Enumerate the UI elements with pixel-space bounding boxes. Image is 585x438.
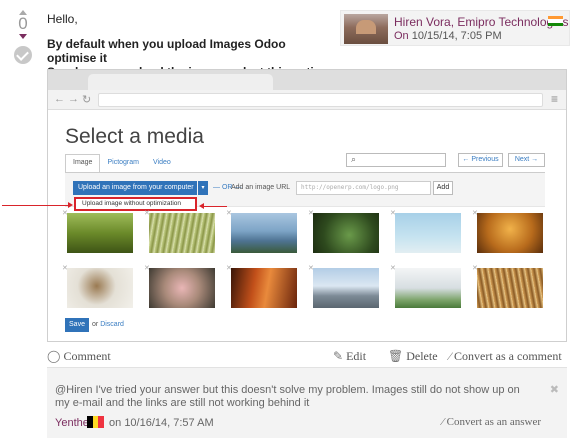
remove-icon: ✕ xyxy=(390,265,396,272)
author-avatar[interactable] xyxy=(344,14,388,44)
author-date: On 10/15/14, 7:05 PM xyxy=(394,30,502,42)
back-arrow-icon: ← xyxy=(54,93,65,105)
trash-icon: 🗑 xyxy=(388,349,404,363)
remove-icon: ✕ xyxy=(144,265,150,272)
remove-icon: ✕ xyxy=(308,265,314,272)
annotation-arrow-head-icon xyxy=(68,202,73,208)
delete-link[interactable]: 🗑 Delete xyxy=(388,349,438,364)
accept-answer-check-icon[interactable] xyxy=(14,46,32,64)
discard-link: or Discard xyxy=(92,321,124,328)
author-card: Hiren Vora, Emipro Technologies On 10/15… xyxy=(340,10,570,46)
media-thumbnail: ✕ xyxy=(308,265,379,308)
chevron-down-icon: ▾ xyxy=(198,181,208,195)
browser-toolbar: ← → ↻ ≡ xyxy=(48,90,566,110)
remove-icon: ✕ xyxy=(308,210,314,217)
remove-icon: ✕ xyxy=(226,265,232,272)
remove-icon: ✕ xyxy=(390,210,396,217)
forward-arrow-icon: → xyxy=(68,93,79,105)
media-tabs: Image Pictogram Video xyxy=(65,154,178,172)
comment-link[interactable]: ◯ Comment xyxy=(47,349,111,364)
comment: @Hiren I've tried your answer but this d… xyxy=(47,367,567,438)
media-thumbnail: ✕ xyxy=(226,210,297,253)
tab-video: Video xyxy=(152,159,171,166)
search-icon: ⌕ xyxy=(351,154,357,164)
image-url-input: http://openerp.com/logo.png xyxy=(296,181,431,195)
media-thumbnail: ✕ xyxy=(144,210,215,253)
vote-count: 0 xyxy=(18,14,28,33)
comment-date: on 10/16/14, 7:57 AM xyxy=(109,417,214,429)
media-thumbnail: ✕ xyxy=(226,265,297,308)
remove-icon: ✕ xyxy=(62,210,68,217)
annotation-arrow-line-right xyxy=(204,206,227,207)
media-search-input: ⌕ xyxy=(346,153,446,167)
media-thumbnail: ✕ xyxy=(144,265,215,308)
convert-as-answer-link[interactable]: ⁄ Convert as an answer xyxy=(442,416,541,428)
media-thumbnail: ✕ xyxy=(308,210,379,253)
browser-tab xyxy=(88,74,273,90)
media-thumbnail: ✕ xyxy=(62,265,133,308)
remove-icon: ✕ xyxy=(226,210,232,217)
dialog-title: Select a media xyxy=(65,125,204,148)
tab-pictogram: Pictogram xyxy=(107,159,139,166)
convert-as-comment-link[interactable]: ⁄ Convert as a comment xyxy=(449,349,562,364)
author-name-link[interactable]: Hiren Vora, Emipro Technologies xyxy=(394,15,569,29)
address-bar xyxy=(98,93,543,107)
comment-author-link[interactable]: Yenthe xyxy=(55,417,89,429)
media-thumbnail: ✕ xyxy=(472,210,543,253)
media-thumbnail: ✕ xyxy=(472,265,543,308)
tab-image: Image xyxy=(65,154,101,172)
save-button: Save xyxy=(65,318,89,332)
vote-widget: 0 xyxy=(12,10,34,64)
comment-text: @Hiren I've tried your answer but this d… xyxy=(55,384,520,409)
embedded-screenshot: ← → ↻ ≡ Select a media Image Pictogram Vid… xyxy=(47,69,567,342)
media-thumbnail: ✕ xyxy=(62,210,133,253)
next-button: Next → xyxy=(508,153,545,167)
answer-actions: ◯ Comment ✎ Edit 🗑 Delete ⁄ Convert as a com… xyxy=(47,349,567,363)
browser-menu-icon: ≡ xyxy=(550,92,558,106)
upload-image-button: Upload an image from your computer xyxy=(73,181,197,195)
image-url-label: Add an image URL xyxy=(231,184,291,191)
media-thumbnail: ✕ xyxy=(390,210,461,253)
browser-tabstrip xyxy=(48,70,566,90)
edit-link[interactable]: ✎ Edit xyxy=(333,349,366,364)
speech-bubble-icon: ◯ xyxy=(47,349,61,363)
annotation-arrow-head-icon xyxy=(199,203,204,209)
upload-without-optimization-option: Upload image without optimization xyxy=(74,197,197,211)
remove-icon: ✕ xyxy=(472,265,478,272)
previous-button: ← Previous xyxy=(458,153,503,167)
media-thumbnail: ✕ xyxy=(390,265,461,308)
india-flag-icon xyxy=(548,16,563,26)
reload-icon: ↻ xyxy=(82,94,92,106)
answer-greeting: Hello, xyxy=(47,12,78,26)
remove-icon: ✕ xyxy=(144,210,150,217)
edit-icon: ✎ xyxy=(333,349,344,363)
wand-icon: ⁄ xyxy=(449,349,452,363)
annotation-arrow-line-left xyxy=(2,205,68,206)
downvote-arrow-icon[interactable] xyxy=(19,34,27,39)
answer-line-1: By default when you upload Images Odoo o… xyxy=(47,37,286,65)
belgium-flag-icon xyxy=(87,416,105,428)
remove-icon: ✕ xyxy=(62,265,68,272)
close-icon[interactable]: ✖ xyxy=(550,383,559,396)
add-url-button: Add xyxy=(433,181,453,195)
remove-icon: ✕ xyxy=(472,210,478,217)
